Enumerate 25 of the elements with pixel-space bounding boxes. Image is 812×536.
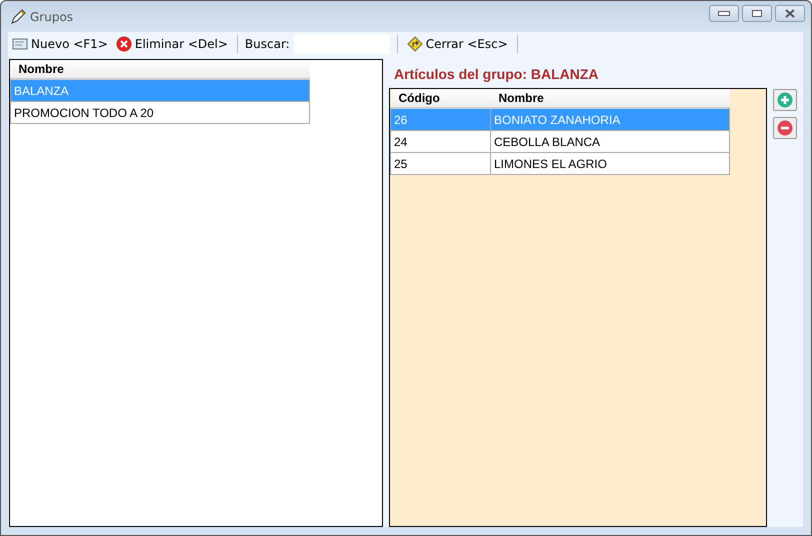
table-cell[interactable]: CEBOLLA BLANCA — [490, 130, 730, 152]
table-cell[interactable]: PROMOCION TODO A 20 — [10, 102, 310, 124]
table-cell[interactable]: 25 — [390, 152, 490, 174]
group-items-title: Artículos del grupo: BALANZA — [393, 65, 600, 84]
column-header: Nombre — [490, 89, 730, 108]
close-icon — [785, 9, 795, 18]
close-window-button[interactable]: Cerrar <Esc> — [404, 36, 510, 52]
card-icon — [12, 37, 28, 51]
window-title: Grupos — [30, 10, 74, 24]
remove-button[interactable] — [773, 117, 797, 139]
plus-icon — [777, 92, 793, 108]
pencil-icon — [10, 8, 26, 24]
add-button[interactable] — [773, 89, 797, 111]
delete-button[interactable]: Eliminar <Del> — [114, 36, 230, 52]
column-header: Código — [390, 89, 490, 108]
maximize-button[interactable] — [742, 5, 772, 22]
delete-icon — [116, 36, 132, 52]
minimize-button[interactable] — [709, 5, 739, 22]
close-button[interactable] — [775, 5, 805, 22]
minus-icon — [777, 120, 793, 136]
table-cell[interactable]: LIMONES EL AGRIO — [490, 152, 730, 174]
table-cell[interactable]: 24 — [390, 130, 490, 152]
turn-sign-icon — [406, 36, 423, 52]
search-label: Buscar: — [244, 37, 290, 51]
new-button[interactable]: Nuevo <F1> — [10, 37, 110, 51]
